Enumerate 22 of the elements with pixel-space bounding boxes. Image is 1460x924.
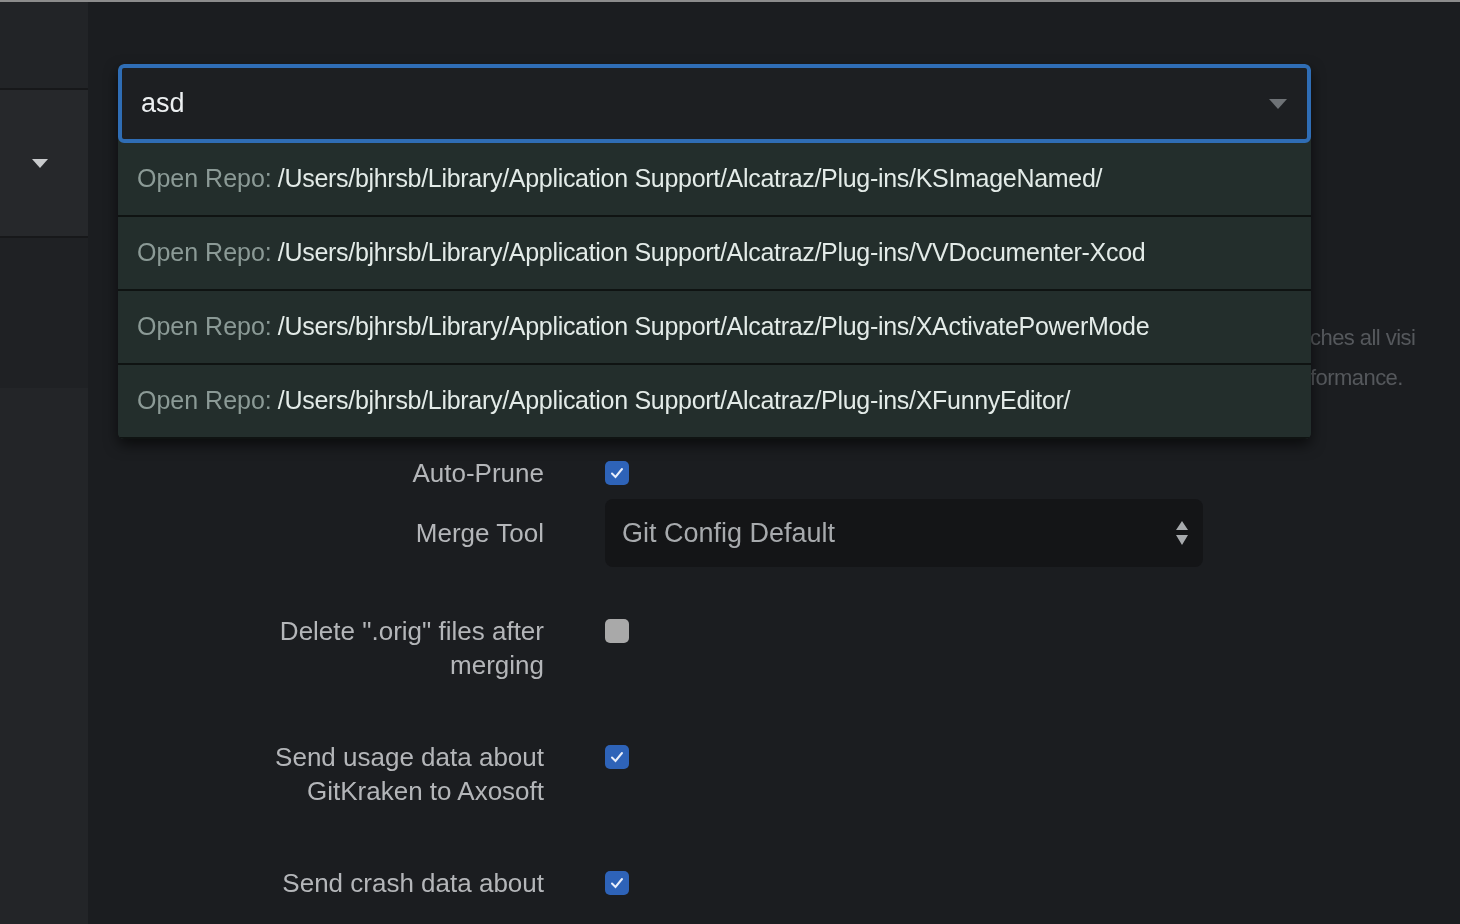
setting-label: Merge Tool — [415, 517, 544, 550]
setting-label: Send crash data about — [282, 867, 544, 900]
dropdown-item[interactable]: Open Repo: /Users/bjhrsb/Library/Application Support/Alcatraz/Plug-ins/XFunnyEditor/ — [118, 365, 1311, 439]
checkbox[interactable] — [605, 619, 629, 643]
search-field[interactable]: asd — [118, 64, 1311, 143]
checkbox[interactable] — [605, 461, 629, 485]
description-text: ches all visi — [1310, 324, 1417, 352]
caret-down-icon[interactable] — [32, 158, 48, 168]
checkmark-icon — [610, 751, 624, 763]
dropdown-item[interactable]: Open Repo: /Users/bjhrsb/Library/Application Support/Alcatraz/Plug-ins/XActivatePowerMode — [118, 291, 1311, 365]
checkbox[interactable] — [605, 745, 629, 769]
description-text: formance. — [1310, 364, 1404, 392]
checkmark-icon — [610, 467, 624, 479]
dropdown-item[interactable]: Open Repo: /Users/bjhrsb/Library/Application Support/Alcatraz/Plug-ins/VVDocumenter-Xcod — [118, 217, 1311, 291]
up-down-arrows-icon — [1175, 520, 1189, 546]
setting-label: Auto-Prune — [412, 457, 544, 490]
setting-label: Delete ".orig" files after merging — [278, 615, 544, 682]
setting-label: Send usage data about GitKraken to Axosoft — [274, 741, 544, 808]
merge-tool-select[interactable]: Git Config Default — [605, 499, 1203, 567]
checkbox[interactable] — [605, 871, 629, 895]
checkmark-icon — [610, 877, 624, 889]
dropdown-item[interactable]: Open Repo: /Users/bjhrsb/Library/Application Support/Alcatraz/Plug-ins/KSImageNamed/ — [118, 143, 1311, 217]
